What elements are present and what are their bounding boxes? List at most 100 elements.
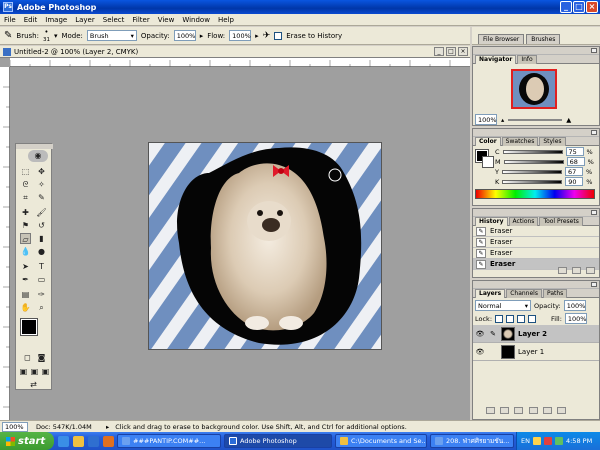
show-desktop-icon[interactable] [88, 435, 99, 447]
media-icon[interactable] [103, 435, 114, 447]
foreground-color-swatch[interactable] [20, 318, 38, 336]
panel-header[interactable] [473, 209, 599, 217]
notes-tool-icon[interactable]: ▤ [20, 289, 31, 300]
screen-mode-standard-icon[interactable]: ▣ [18, 366, 29, 377]
eye-icon[interactable]: 👁 [475, 347, 485, 357]
menu-help[interactable]: Help [214, 16, 238, 24]
history-item[interactable]: ✎ Eraser [473, 248, 599, 259]
blur-tool-icon[interactable]: 💧 [20, 246, 31, 257]
navigator-thumbnail[interactable] [511, 69, 557, 109]
delete-layer-button[interactable] [557, 407, 567, 414]
panel-header[interactable] [473, 47, 599, 55]
close-icon[interactable] [591, 282, 597, 287]
slice-tool-icon[interactable]: ✎ [36, 192, 47, 203]
taskbar-item[interactable]: ###PANTIP.COM##... [117, 434, 221, 448]
eraser-tool-icon[interactable]: ✎ [4, 30, 12, 41]
tab-file-browser[interactable]: File Browser [478, 34, 525, 44]
tab-info[interactable]: Info [517, 55, 537, 64]
close-button[interactable]: × [586, 1, 598, 13]
menu-view[interactable]: View [154, 16, 179, 24]
dodge-tool-icon[interactable]: ● [36, 246, 47, 257]
maximize-button[interactable]: □ [573, 1, 585, 13]
chevron-right-icon[interactable]: ▸ [200, 32, 204, 40]
opacity-input[interactable]: 100% [173, 30, 196, 41]
shape-tool-icon[interactable]: ▭ [36, 274, 47, 285]
tab-color[interactable]: Color [475, 137, 501, 146]
crop-tool-icon[interactable]: ⌗ [20, 192, 31, 203]
menu-window[interactable]: Window [178, 16, 214, 24]
lasso-tool-icon[interactable]: ᘓ [20, 179, 31, 190]
layer-style-button[interactable] [486, 407, 495, 414]
layer-row-selected[interactable]: 👁 ✎ Layer 2 [473, 325, 599, 343]
zoom-slider[interactable] [508, 118, 563, 121]
flow-input[interactable]: 100% [229, 30, 252, 41]
ie-icon[interactable] [58, 435, 69, 447]
brush-icon[interactable]: ✎ [488, 329, 498, 339]
delete-state-button[interactable] [586, 267, 595, 274]
eye-icon[interactable]: 👁 [475, 329, 485, 339]
new-set-button[interactable] [514, 407, 524, 414]
tray-icon[interactable] [532, 437, 541, 445]
channel-slider[interactable] [502, 179, 563, 184]
menu-filter[interactable]: Filter [128, 16, 153, 24]
brush-tool-icon[interactable]: 🖌 [36, 207, 47, 218]
document-titlebar[interactable]: Untitled-2 @ 100% (Layer 2, CMYK) _ □ × [0, 46, 470, 58]
lock-transparency-checkbox[interactable] [495, 314, 504, 323]
tab-history[interactable]: History [475, 217, 508, 226]
tab-styles[interactable]: Styles [539, 137, 566, 146]
tab-tool-presets[interactable]: Tool Presets [539, 217, 583, 226]
menu-edit[interactable]: Edit [20, 16, 42, 24]
jump-to-imageready-icon[interactable]: ⇄ [28, 379, 39, 390]
zoom-in-icon[interactable]: ▲ [566, 116, 571, 124]
chevron-right-icon[interactable]: ▸ [255, 32, 259, 40]
history-brush-tool-icon[interactable]: ↺ [36, 220, 47, 231]
brush-picker[interactable]: • 31 [43, 28, 50, 43]
eyedropper-tool-icon[interactable]: ✑ [36, 289, 47, 300]
doc-minimize-button[interactable]: _ [434, 47, 444, 56]
chevron-right-icon[interactable]: ▸ [106, 423, 109, 431]
zoom-out-icon[interactable]: ▴ [501, 116, 504, 124]
channel-input[interactable]: 75 [565, 147, 584, 156]
folder-icon[interactable] [73, 435, 84, 447]
blend-mode-select[interactable]: Normal ▾ [475, 300, 531, 311]
screen-mode-full-icon[interactable]: ▣ [40, 366, 51, 377]
mode-select[interactable]: Brush ▾ [86, 30, 137, 41]
tab-navigator[interactable]: Navigator [475, 55, 517, 64]
adobe-online-icon[interactable]: ◉ [28, 150, 48, 162]
channel-input[interactable]: 67 [564, 167, 583, 176]
taskbar-item[interactable]: C:\Documents and Se... [335, 434, 427, 448]
toolbox-grip[interactable] [16, 144, 53, 149]
tab-brushes[interactable]: Brushes [526, 34, 561, 44]
doc-close-button[interactable]: × [458, 47, 468, 56]
menu-file[interactable]: File [0, 16, 20, 24]
tab-actions[interactable]: Actions [508, 217, 539, 226]
panel-header[interactable] [473, 281, 599, 289]
channel-slider[interactable] [501, 169, 562, 174]
tab-channels[interactable]: Channels [506, 289, 542, 298]
menu-select[interactable]: Select [99, 16, 129, 24]
layer-opacity-input[interactable]: 100% [563, 300, 586, 311]
hand-tool-icon[interactable]: ✋ [20, 302, 31, 313]
channel-input[interactable]: 68 [566, 157, 585, 166]
close-icon[interactable] [591, 48, 597, 53]
tab-layers[interactable]: Layers [475, 289, 506, 298]
screen-mode-full-menu-icon[interactable]: ▣ [29, 366, 40, 377]
zoom-tool-icon[interactable]: ⌕ [36, 302, 47, 313]
tray-icon[interactable] [543, 437, 552, 445]
airbrush-icon[interactable]: ✈ [263, 31, 271, 41]
link-icon[interactable] [488, 347, 498, 357]
color-ramp[interactable] [475, 189, 595, 199]
fill-input[interactable]: 100% [564, 313, 587, 324]
layer-mask-button[interactable] [500, 407, 510, 414]
erase-to-history-checkbox[interactable] [274, 31, 283, 40]
start-button[interactable]: start [0, 432, 54, 450]
gradient-tool-icon[interactable]: ▮ [36, 233, 47, 244]
new-document-from-state-button[interactable] [557, 267, 567, 274]
path-selection-tool-icon[interactable]: ➤ [20, 261, 31, 272]
healing-brush-tool-icon[interactable]: ✚ [20, 207, 31, 218]
standard-mode-icon[interactable]: ◻ [22, 352, 33, 363]
history-item[interactable]: ✎ Eraser [473, 226, 599, 237]
chevron-down-icon[interactable]: ▾ [54, 32, 58, 40]
language-indicator[interactable]: EN [521, 437, 530, 445]
history-item[interactable]: ✎ Eraser [473, 237, 599, 248]
